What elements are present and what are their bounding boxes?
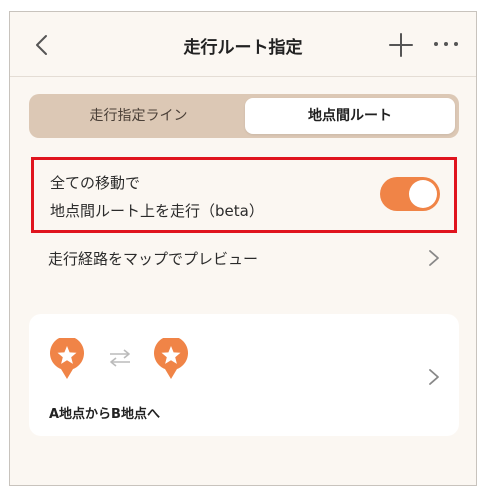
route-travel-toggle[interactable]: [380, 177, 440, 211]
option-label-line1: 全ての移動で: [50, 174, 141, 192]
chevron-right-icon[interactable]: [428, 368, 440, 386]
option-label-line2: 地点間ルート上を走行（beta）: [50, 202, 264, 220]
plus-icon[interactable]: [388, 32, 414, 58]
route-travel-option: 全ての移動で 地点間ルート上を走行（beta）: [31, 157, 457, 233]
app-frame: 走行ルート指定 走行指定ライン 地点間ルート 全ての移動で 地点間ルート上を走行…: [9, 11, 477, 486]
tab-point-to-point-route[interactable]: 地点間ルート: [245, 98, 455, 134]
chevron-right-icon[interactable]: [428, 249, 440, 267]
route-mode-segmented-control: 走行指定ライン 地点間ルート: [29, 94, 459, 138]
tab-driving-line[interactable]: 走行指定ライン: [33, 98, 244, 134]
star-pin-icon: [154, 338, 188, 379]
more-icon[interactable]: [432, 37, 460, 51]
star-pin-icon: [50, 338, 84, 379]
route-card-label: A地点からB地点へ: [49, 407, 160, 422]
route-card[interactable]: A地点からB地点へ: [29, 314, 459, 436]
header-bar: 走行ルート指定: [10, 12, 476, 77]
swap-arrows-icon: [110, 349, 130, 367]
preview-route-label[interactable]: 走行経路をマップでプレビュー: [48, 248, 258, 269]
toggle-knob: [409, 180, 437, 208]
